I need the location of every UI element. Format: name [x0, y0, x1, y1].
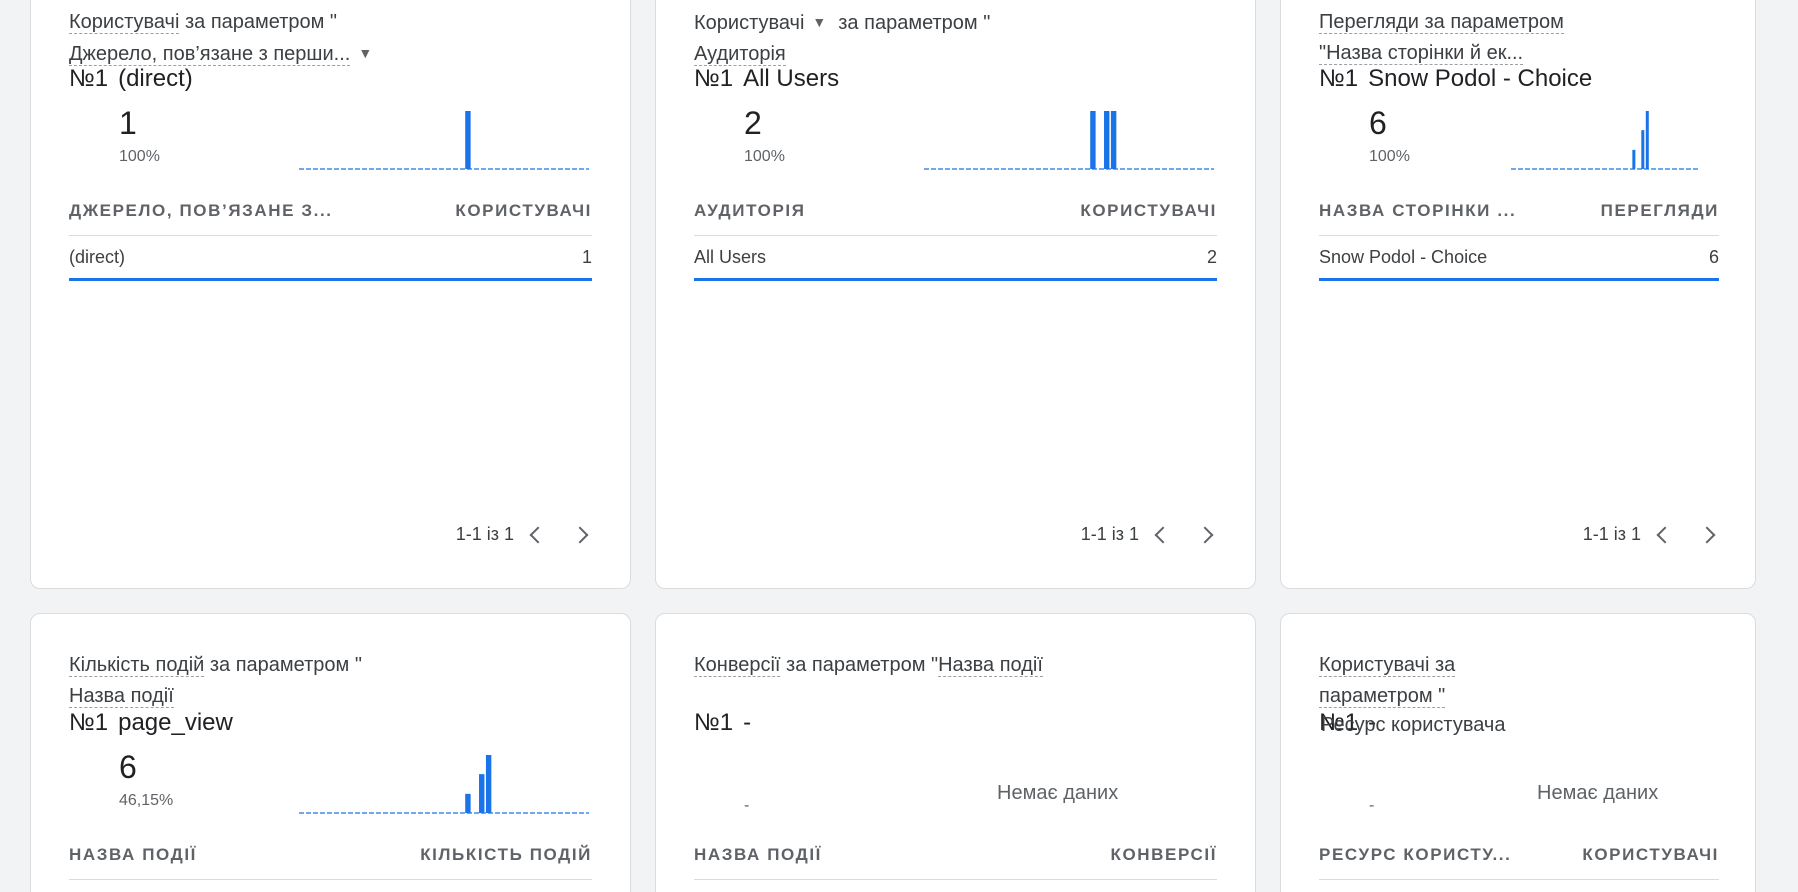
metric-selector[interactable]: Користувачі: [69, 11, 180, 34]
table-row[interactable]: Snow Podol - Choice 6: [1319, 237, 1719, 281]
sparkline-bar: [1645, 111, 1649, 169]
total-percent: 100%: [1369, 148, 1410, 165]
pagination: 1-1 із 1: [456, 524, 592, 545]
card-title: Користувачі ▼ за параметром " Аудиторія: [694, 7, 990, 70]
column-header-metric[interactable]: КІЛЬКІСТЬ ПОДІЙ: [420, 845, 592, 865]
top-item: №1 Snow Podol - Choice: [1319, 65, 1593, 92]
card-conversions-by-event: Конверсії за параметром "Назва події №1-…: [655, 613, 1256, 892]
top-item: №1-: [694, 709, 752, 736]
metric-selector[interactable]: Користувачі за: [1319, 654, 1456, 677]
chevron-left-icon[interactable]: [1154, 526, 1172, 543]
column-header-metric[interactable]: ПЕРЕГЛЯДИ: [1601, 201, 1719, 221]
card-title: Кількість подій за параметром " Назва по…: [69, 654, 362, 708]
no-data-message: Немає даних: [1537, 782, 1659, 804]
column-header-metric[interactable]: КОРИСТУВАЧІ: [1080, 201, 1217, 221]
card-users-by-audience: Користувачі ▼ за параметром " Аудиторія №1…: [655, 0, 1256, 589]
header-divider: [69, 235, 592, 236]
card-title: Користувачі за параметром ": [1319, 650, 1456, 712]
sparkline-bar: [1110, 111, 1117, 169]
table-row[interactable]: (direct) 1: [69, 237, 592, 281]
header-divider: [694, 879, 1217, 880]
total-percent: 100%: [744, 148, 785, 165]
sparkline-bar: [465, 793, 471, 813]
sparkline-chart: [299, 755, 589, 814]
total-percent: 46,15%: [119, 792, 174, 809]
column-header-dimension[interactable]: АУДИТОРІЯ: [694, 201, 806, 221]
chevron-left-icon[interactable]: [529, 526, 547, 543]
chevron-left-icon[interactable]: [1656, 526, 1674, 543]
dimension-selector[interactable]: Джерело, пов’язане з перши...: [69, 43, 351, 66]
caret-down-icon[interactable]: ▼: [358, 38, 372, 69]
pagination: 1-1 із 1: [1583, 524, 1719, 545]
sparkline-bar: [465, 111, 471, 169]
card-title: Конверсії за параметром "Назва події: [694, 654, 1043, 677]
header-divider: [69, 879, 592, 880]
total-value: 6: [1369, 105, 1387, 141]
column-header-dimension[interactable]: НАЗВА СТОРІНКИ ...: [1319, 201, 1516, 221]
column-header-dimension[interactable]: РЕСУРС КОРИСТУ...: [1319, 845, 1511, 865]
sparkline-bar: [1104, 111, 1110, 169]
total-value: -: [744, 797, 750, 814]
no-data-message: Немає даних: [997, 782, 1119, 804]
pagination-label: 1-1 із 1: [455, 524, 514, 544]
sparkline-bar: [479, 774, 485, 813]
header-divider: [1319, 879, 1719, 880]
card-users-by-user-property: Користувачі за параметром " №1- Ресурс к…: [1280, 613, 1756, 892]
metric-selector[interactable]: Конверсії: [694, 654, 781, 677]
sparkline-bar: [1090, 111, 1096, 169]
card-events-by-name: Кількість подій за параметром " Назва по…: [30, 613, 631, 892]
card-views-by-page-title: Перегляди за параметром "Назва сторінки …: [1280, 0, 1756, 589]
dimension-title-overflow: Ресурс користувача: [1321, 714, 1506, 736]
caret-down-icon[interactable]: ▼: [812, 7, 826, 38]
column-header-dimension[interactable]: НАЗВА ПОДІЇ: [69, 845, 197, 865]
header-divider: [694, 235, 1217, 236]
dimension-selector[interactable]: параметром ": [1319, 685, 1446, 708]
total-value: 2: [744, 105, 762, 141]
top-item: №1 (direct): [69, 65, 193, 92]
top-item: №1 page_view: [69, 709, 233, 736]
total-value: 6: [119, 749, 137, 785]
chevron-right-icon[interactable]: [1698, 526, 1716, 543]
pagination-label: 1-1 із 1: [1080, 524, 1139, 544]
metric-selector[interactable]: Користувачі: [694, 12, 804, 34]
sparkline-bar: [1641, 130, 1645, 169]
dimension-selector[interactable]: "Назва сторінки й ек...: [1319, 42, 1524, 65]
column-header-dimension[interactable]: НАЗВА ПОДІЇ: [694, 845, 822, 865]
total-value: 1: [119, 105, 137, 141]
table-row[interactable]: All Users 2: [694, 237, 1217, 281]
sparkline-chart: [924, 111, 1214, 170]
dimension-selector[interactable]: Аудиторія: [694, 43, 786, 66]
top-item: №1 All Users: [694, 65, 840, 92]
sparkline-bar: [1632, 149, 1636, 169]
card-title: Користувачі за параметром " Джерело, пов…: [69, 7, 372, 70]
card-users-by-first-source: Користувачі за параметром " Джерело, пов…: [30, 0, 631, 589]
chevron-right-icon[interactable]: [571, 526, 589, 543]
dimension-selector[interactable]: Назва події: [938, 654, 1043, 677]
metric-selector[interactable]: Перегляди за параметром: [1319, 11, 1564, 34]
metric-selector[interactable]: Кількість подій: [69, 654, 205, 677]
pagination: 1-1 із 1: [1081, 524, 1217, 545]
total-percent: 100%: [119, 148, 160, 165]
column-header-metric[interactable]: КОРИСТУВАЧІ: [1582, 845, 1719, 865]
sparkline-chart: [1511, 111, 1699, 170]
dimension-selector[interactable]: Назва події: [69, 685, 174, 708]
pagination-label: 1-1 із 1: [1582, 524, 1641, 544]
total-value: -: [1369, 797, 1375, 814]
sparkline-chart: [299, 111, 589, 170]
card-title: Перегляди за параметром "Назва сторінки …: [1319, 7, 1564, 69]
header-divider: [1319, 235, 1719, 236]
column-header-dimension[interactable]: ДЖЕРЕЛО, ПОВ’ЯЗАНЕ З...: [69, 201, 333, 221]
sparkline-bar: [485, 755, 492, 813]
chevron-right-icon[interactable]: [1196, 526, 1214, 543]
column-header-metric[interactable]: КОНВЕРСІЇ: [1111, 845, 1218, 865]
column-header-metric[interactable]: КОРИСТУВАЧІ: [455, 201, 592, 221]
